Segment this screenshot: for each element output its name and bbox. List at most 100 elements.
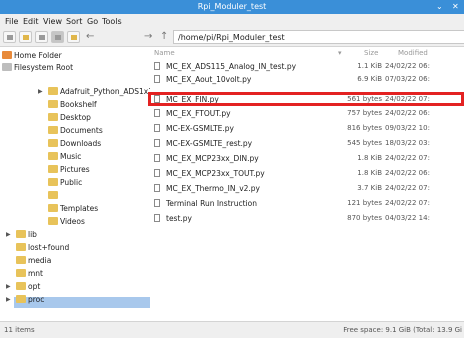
file-modified: 24/02/22 07:: [385, 199, 430, 207]
column-header-modified[interactable]: Modified: [398, 49, 428, 57]
file-size: 1.1 KiB: [357, 62, 382, 70]
up-arrow-icon[interactable]: ↑: [160, 31, 168, 42]
menu-go[interactable]: Go: [87, 17, 98, 26]
view-icons-icon[interactable]: [3, 31, 16, 43]
sidebar: Home Folder Filesystem Root ▶ Adafruit_P…: [0, 47, 151, 321]
folder-icon: [16, 269, 26, 277]
sort-arrow-icon[interactable]: ▾: [338, 49, 342, 57]
file-name: MC-EX-GSMLTE.py: [166, 124, 234, 133]
file-icon: [154, 214, 160, 222]
file-size: 545 bytes: [347, 139, 382, 147]
path-bar[interactable]: /home/pi/Rpi_Moduler_test: [173, 30, 464, 44]
file-row[interactable]: MC_EX_MCP23xx_TOUT.py 1.8 KiB 24/02/22 0…: [150, 168, 464, 179]
expand-arrow-icon[interactable]: ▶: [6, 231, 11, 238]
file-icon: [154, 75, 160, 83]
sidebar-item-label: Pictures: [60, 165, 90, 174]
menu-tools[interactable]: Tools: [102, 17, 122, 26]
file-row[interactable]: MC-EX-GSMLTE_rest.py 545 bytes 18/03/22 …: [150, 138, 464, 149]
folder-icon: [48, 87, 58, 95]
folder-icon: [16, 282, 26, 290]
sidebar-item-label: Desktop: [60, 113, 91, 122]
file-modified: 24/02/22 06:: [385, 62, 430, 70]
folder-icon: [48, 165, 58, 173]
file-list: Name ▾ Size Modified MC_EX_ADS115_Analog…: [150, 47, 464, 321]
view-thumbnails-icon[interactable]: [35, 31, 48, 43]
sidebar-item-label: opt: [28, 282, 41, 291]
view-list-icon[interactable]: [51, 31, 64, 43]
file-name: MC_EX_Thermo_IN_v2.py: [166, 184, 260, 193]
file-row[interactable]: MC_EX_ADS115_Analog_IN_test.py 1.1 KiB 2…: [150, 61, 464, 72]
file-modified: 09/03/22 10:: [385, 124, 430, 132]
file-icon: [154, 199, 160, 207]
menu-edit[interactable]: Edit: [23, 17, 39, 26]
file-modified: 24/02/22 07:: [385, 184, 430, 192]
sidebar-item-label: media: [28, 256, 52, 265]
file-name: Terminal Run Instruction: [166, 199, 257, 208]
file-name: test.py: [166, 214, 192, 223]
sidebar-item-label: Documents: [60, 126, 103, 135]
folder-icon: [16, 256, 26, 264]
sidebar-item-label: Downloads: [60, 139, 102, 148]
folder-icon: [48, 100, 58, 108]
file-row[interactable]: MC_EX_MCP23xx_DIN.py 1.8 KiB 24/02/22 07…: [150, 153, 464, 164]
file-modified: 07/03/22 06:: [385, 75, 430, 83]
folder-icon: [16, 295, 26, 303]
menu-view[interactable]: View: [43, 17, 62, 26]
file-row[interactable]: MC_EX_Aout_10volt.py 6.9 KiB 07/03/22 06…: [150, 74, 464, 85]
expand-arrow-icon[interactable]: ▶: [6, 283, 11, 290]
expand-arrow-icon[interactable]: ▶: [38, 88, 43, 95]
column-header-name[interactable]: Name: [154, 49, 175, 57]
forward-arrow-icon[interactable]: →: [144, 31, 152, 42]
sidebar-item-label: mnt: [28, 269, 43, 278]
file-row[interactable]: MC_EX_Thermo_IN_v2.py 3.7 KiB 24/02/22 0…: [150, 183, 464, 194]
new-folder-icon[interactable]: [19, 31, 32, 43]
folder-icon: [16, 243, 26, 251]
home-folder-icon: [2, 51, 12, 59]
column-header-size[interactable]: Size: [364, 49, 378, 57]
file-name: MC_EX_Aout_10volt.py: [166, 75, 252, 84]
file-modified: 24/02/22 06:: [385, 169, 430, 177]
file-icon: [154, 169, 160, 177]
free-space: Free space: 9.1 GiB (Total: 13.9 Gi: [343, 326, 462, 334]
folder-icon: [48, 178, 58, 186]
window-title: Rpi_Moduler_test: [197, 2, 267, 11]
file-modified: 24/02/22 07:: [385, 154, 430, 162]
file-row[interactable]: MC-EX-GSMLTE.py 816 bytes 09/03/22 10:: [150, 123, 464, 134]
sidebar-root-label: Filesystem Root: [14, 63, 74, 72]
file-icon: [154, 62, 160, 70]
sidebar-item-label: Bookshelf: [60, 100, 97, 109]
close-icon[interactable]: ✕: [452, 2, 459, 11]
title-bar: Rpi_Moduler_test ⌄ ✕: [0, 0, 464, 14]
file-size: 757 bytes: [347, 109, 382, 117]
minimize-icon[interactable]: ⌄: [436, 2, 443, 11]
path-text[interactable]: /home/pi/Rpi_Moduler_test: [178, 33, 285, 42]
file-name: MC_EX_MCP23xx_DIN.py: [166, 154, 259, 163]
sidebar-item-label: Music: [60, 152, 82, 161]
file-row[interactable]: MC_EX_FTOUT.py 757 bytes 24/02/22 06:: [150, 108, 464, 119]
menu-sort[interactable]: Sort: [66, 17, 82, 26]
sidebar-home-label: Home Folder: [14, 51, 62, 60]
home-icon[interactable]: [67, 31, 80, 43]
file-size: 816 bytes: [347, 124, 382, 132]
sidebar-item-label: Templates: [60, 204, 99, 213]
file-modified: 04/03/22 14:: [385, 214, 430, 222]
file-icon: [154, 139, 160, 147]
expand-arrow-icon[interactable]: ▶: [6, 296, 11, 303]
folder-icon: [48, 126, 58, 134]
item-count: 11 items: [4, 326, 35, 334]
file-icon: [154, 124, 160, 132]
file-icon: [154, 184, 160, 192]
menu-file[interactable]: File: [5, 17, 18, 26]
folder-icon: [48, 217, 58, 225]
back-arrow-icon[interactable]: ←: [86, 31, 94, 42]
sidebar-item-label: lib: [28, 230, 37, 239]
file-row[interactable]: test.py 870 bytes 04/03/22 14:: [150, 213, 464, 224]
file-icon: [154, 154, 160, 162]
file-row[interactable]: Terminal Run Instruction 121 bytes 24/02…: [150, 198, 464, 209]
sidebar-item-label: Public: [60, 178, 83, 187]
sidebar-item-label: Videos: [60, 217, 85, 226]
file-modified: 24/02/22 06:: [385, 109, 430, 117]
file-size: 1.8 KiB: [357, 169, 382, 177]
file-icon: [154, 109, 160, 117]
highlight-box: [148, 92, 464, 106]
